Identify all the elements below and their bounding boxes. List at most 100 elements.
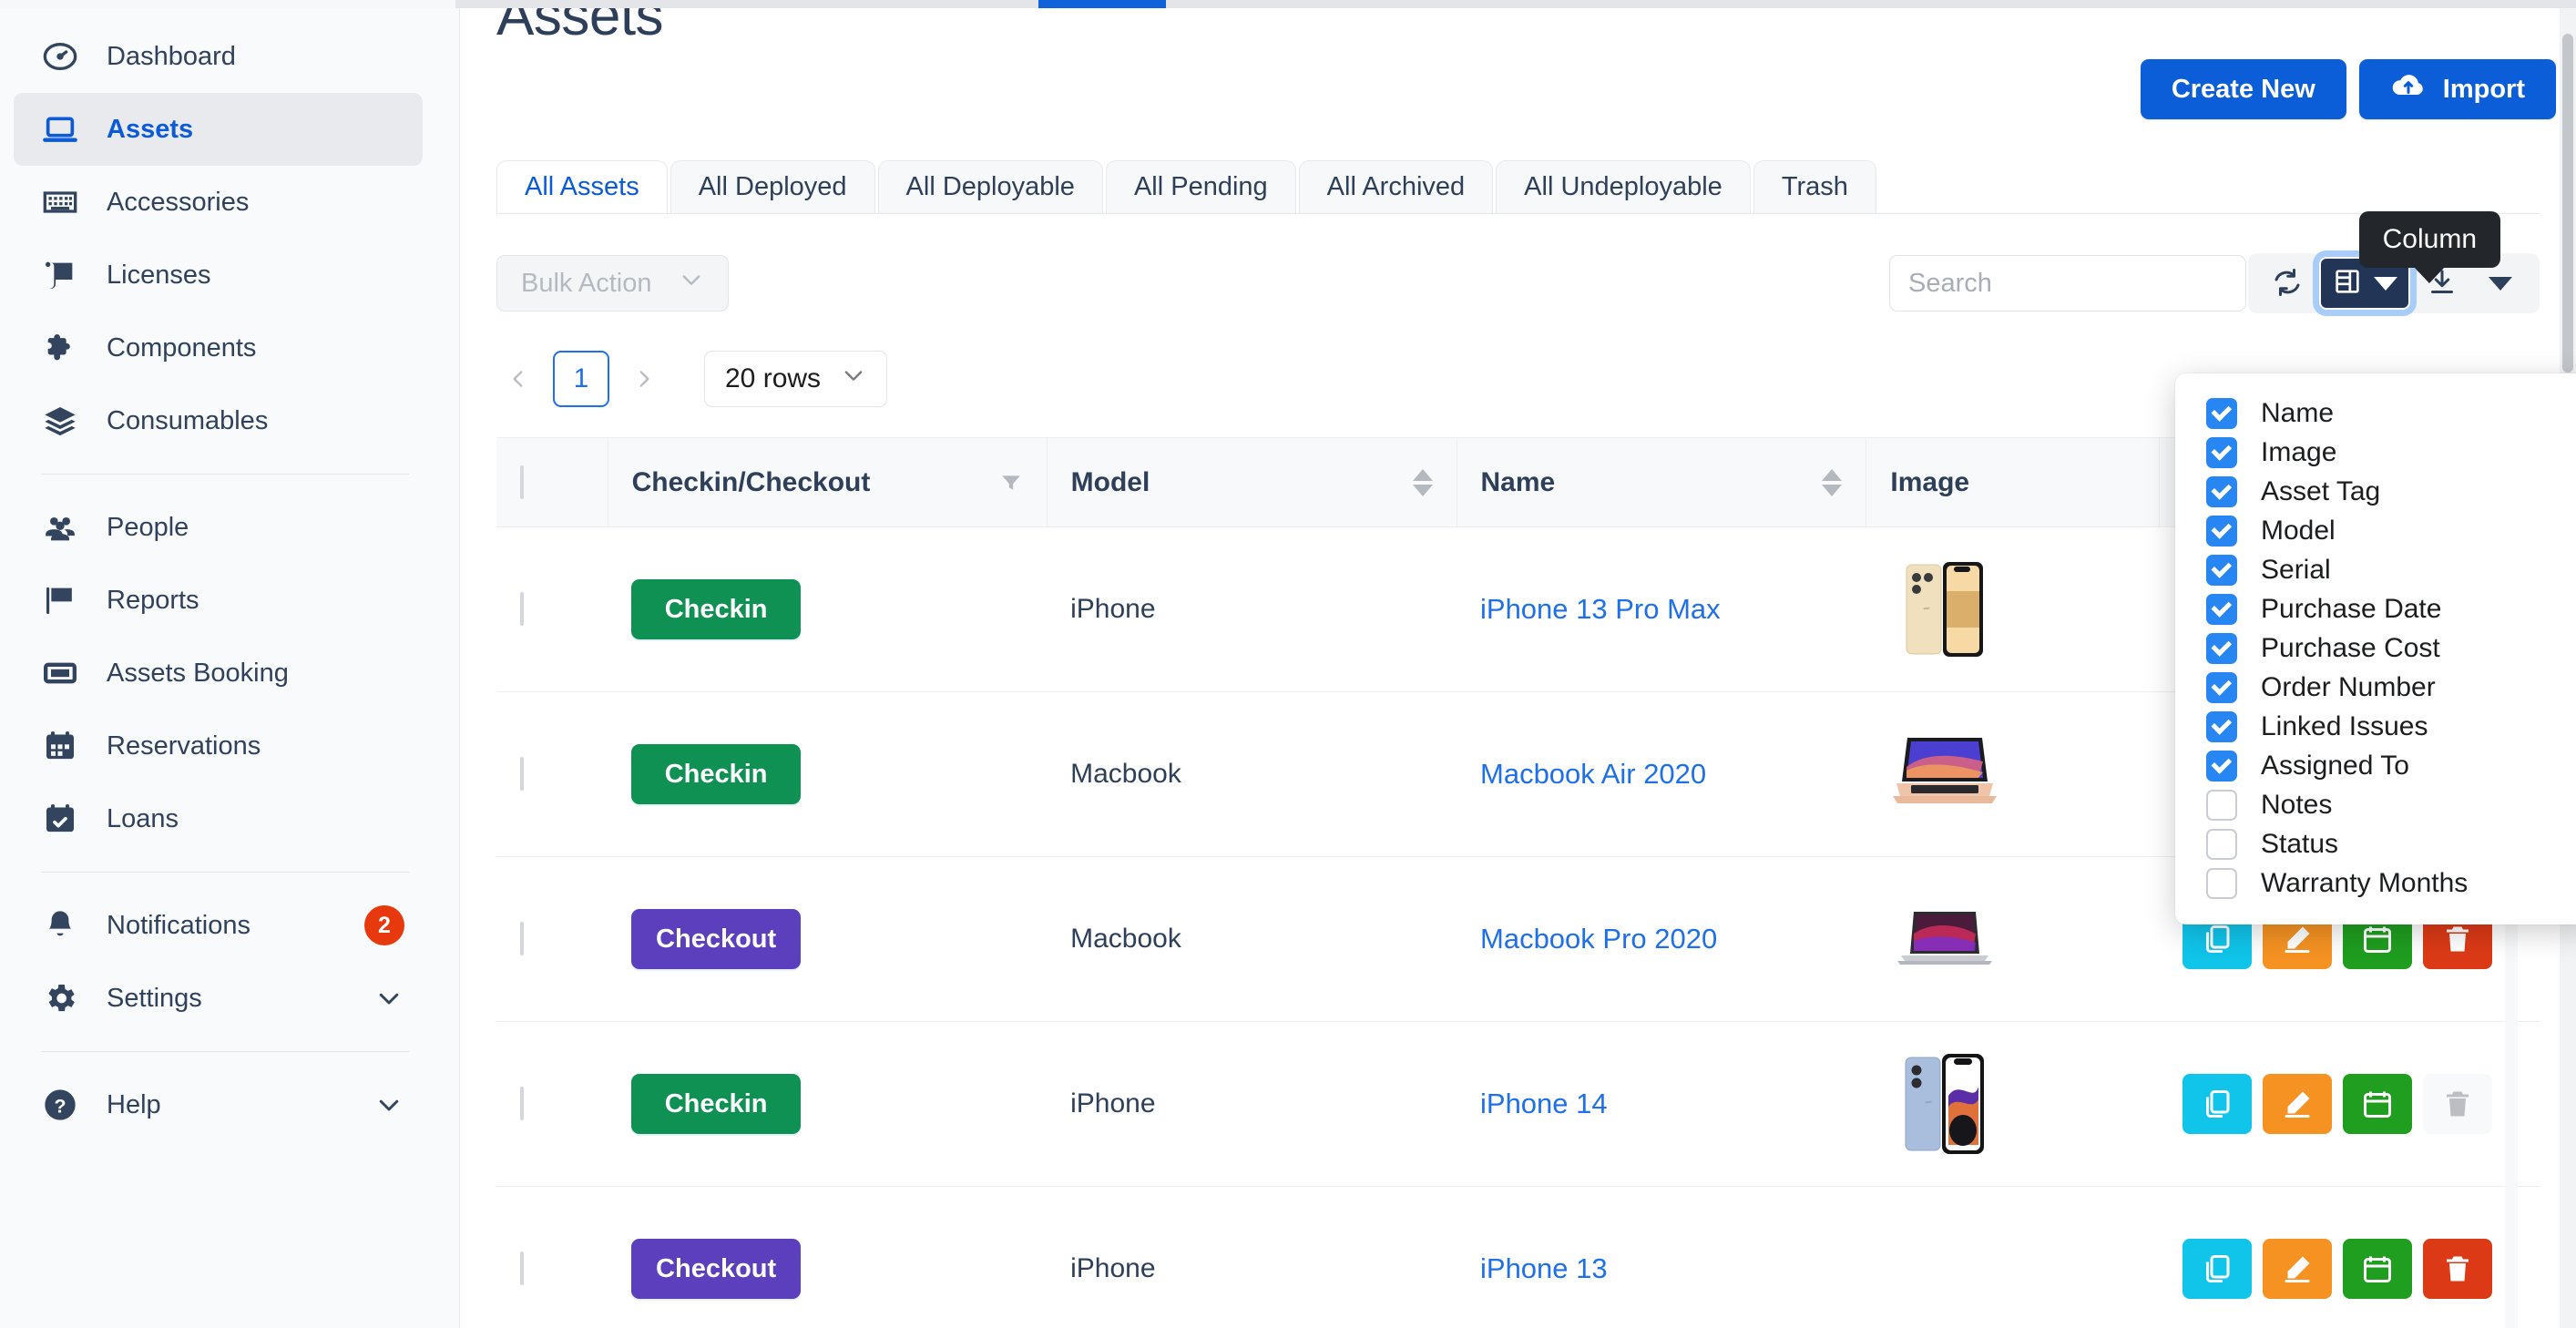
tab-all-undeployable[interactable]: All Undeployable	[1496, 160, 1751, 213]
checkbox-icon[interactable]	[2206, 594, 2237, 625]
sidebar-divider-1	[41, 474, 409, 475]
rows-per-page-select[interactable]: 20 rows	[704, 351, 887, 407]
checkbox-icon[interactable]	[2206, 790, 2237, 821]
checkin-button[interactable]: Checkin	[631, 1074, 801, 1134]
select-all-checkbox[interactable]	[520, 465, 524, 499]
sidebar-item-people[interactable]: People	[14, 491, 423, 564]
chevron-down-icon	[679, 267, 704, 300]
checkin-button[interactable]: Checkin	[631, 744, 801, 804]
row-checkbox[interactable]	[520, 757, 524, 791]
sidebar-item-help[interactable]: ? Help	[14, 1068, 423, 1141]
sidebar-item-reports[interactable]: Reports	[14, 564, 423, 637]
checkbox-icon[interactable]	[2206, 476, 2237, 507]
checkbox-icon[interactable]	[2206, 829, 2237, 860]
row-checkbox[interactable]	[520, 1251, 524, 1285]
bulk-action-dropdown[interactable]: Bulk Action	[496, 255, 729, 312]
edit-button[interactable]	[2263, 1074, 2332, 1134]
checkbox-icon[interactable]	[2206, 868, 2237, 899]
copy-button[interactable]	[2182, 1239, 2252, 1299]
checkout-button[interactable]: Checkout	[631, 909, 801, 969]
tab-all-assets[interactable]: All Assets	[496, 160, 668, 213]
asset-name-link[interactable]: iPhone 14	[1480, 1088, 1608, 1119]
checkbox-icon[interactable]	[2206, 633, 2237, 664]
import-button[interactable]: Import	[2359, 59, 2556, 119]
column-header-image[interactable]: Image	[1866, 438, 2159, 527]
copy-button[interactable]	[2182, 1074, 2252, 1134]
column-option-asset-tag[interactable]: Asset Tag	[2175, 472, 2576, 511]
tab-all-pending[interactable]: All Pending	[1106, 160, 1296, 213]
row-checkbox[interactable]	[520, 922, 524, 955]
sidebar-item-reservations[interactable]: Reservations	[14, 710, 423, 782]
bell-icon	[39, 904, 81, 946]
tab-all-deployed[interactable]: All Deployed	[670, 160, 875, 213]
sidebar-item-loans[interactable]: Loans	[14, 782, 423, 855]
column-option-notes[interactable]: Notes	[2175, 785, 2576, 824]
page-number-1[interactable]: 1	[553, 351, 609, 407]
delete-button[interactable]	[2423, 1239, 2492, 1299]
checkout-button[interactable]: Checkout	[631, 1239, 801, 1299]
sidebar-item-licenses[interactable]: Licenses	[14, 239, 423, 312]
row-checkbox[interactable]	[520, 1087, 524, 1120]
calendar-button[interactable]	[2343, 1074, 2412, 1134]
column-option-purchase-date[interactable]: Purchase Date	[2175, 589, 2576, 628]
column-option-model[interactable]: Model	[2175, 511, 2576, 550]
row-image-cell	[1866, 1022, 2159, 1187]
import-label: Import	[2443, 75, 2525, 105]
column-header-checkin-checkout[interactable]: Checkin/Checkout	[608, 438, 1047, 527]
calendar-button[interactable]	[2343, 1239, 2412, 1299]
sort-icon[interactable]	[1822, 469, 1842, 496]
sidebar-item-assets-booking[interactable]: Assets Booking	[14, 637, 423, 710]
create-new-button[interactable]: Create New	[2141, 59, 2346, 119]
checkbox-icon[interactable]	[2206, 751, 2237, 781]
prev-page-button[interactable]	[496, 357, 540, 401]
sidebar-item-dashboard[interactable]: Dashboard	[14, 20, 423, 93]
checkbox-icon[interactable]	[2206, 555, 2237, 586]
caret-down-icon	[2374, 277, 2397, 291]
sidebar-item-label: Assets	[107, 117, 193, 143]
column-header-name[interactable]: Name	[1457, 438, 1866, 527]
sidebar-item-accessories[interactable]: Accessories	[14, 166, 423, 239]
table-inner-scrollbar[interactable]	[2505, 874, 2518, 1328]
refresh-button[interactable]	[2261, 257, 2314, 310]
column-option-serial[interactable]: Serial	[2175, 550, 2576, 589]
column-option-linked-issues[interactable]: Linked Issues	[2175, 707, 2576, 746]
filter-icon[interactable]	[999, 471, 1023, 495]
column-option-warranty-months[interactable]: Warranty Months	[2175, 863, 2576, 903]
sort-icon[interactable]	[1413, 469, 1433, 496]
sidebar-item-components[interactable]: Components	[14, 312, 423, 384]
row-model-cell: iPhone	[1047, 527, 1457, 692]
tab-trash[interactable]: Trash	[1753, 160, 1876, 213]
page-scrollbar-thumb[interactable]	[2562, 34, 2573, 373]
checkbox-icon[interactable]	[2206, 437, 2237, 468]
checkbox-icon[interactable]	[2206, 711, 2237, 742]
sidebar-item-consumables[interactable]: Consumables	[14, 384, 423, 457]
sidebar-item-label: Reservations	[107, 733, 261, 760]
tab-all-deployable[interactable]: All Deployable	[878, 160, 1103, 213]
checkin-button[interactable]: Checkin	[631, 579, 801, 639]
search-input[interactable]	[1889, 255, 2246, 312]
row-name-cell: Macbook Air 2020	[1457, 692, 1866, 857]
sidebar-item-assets[interactable]: Assets	[14, 93, 423, 166]
column-option-image[interactable]: Image	[2175, 433, 2576, 472]
next-page-button[interactable]	[622, 357, 666, 401]
column-option-purchase-cost[interactable]: Purchase Cost	[2175, 628, 2576, 668]
sidebar-item-notifications[interactable]: Notifications 2	[14, 889, 423, 962]
checkbox-icon[interactable]	[2206, 398, 2237, 429]
column-header-model[interactable]: Model	[1047, 438, 1457, 527]
column-option-label: Assigned To	[2261, 751, 2409, 781]
column-option-assigned-to[interactable]: Assigned To	[2175, 746, 2576, 785]
row-checkinout-cell: Checkin	[608, 692, 1047, 857]
column-option-name[interactable]: Name	[2175, 393, 2576, 433]
tab-all-archived[interactable]: All Archived	[1299, 160, 1494, 213]
sidebar-item-settings[interactable]: Settings	[14, 962, 423, 1035]
asset-name-link[interactable]: Macbook Air 2020	[1480, 758, 1706, 790]
column-option-order-number[interactable]: Order Number	[2175, 668, 2576, 707]
checkbox-icon[interactable]	[2206, 672, 2237, 703]
asset-name-link[interactable]: iPhone 13	[1480, 1252, 1608, 1284]
asset-name-link[interactable]: iPhone 13 Pro Max	[1480, 593, 1721, 625]
column-option-status[interactable]: Status	[2175, 824, 2576, 863]
checkbox-icon[interactable]	[2206, 516, 2237, 547]
row-checkbox[interactable]	[520, 592, 524, 626]
asset-name-link[interactable]: Macbook Pro 2020	[1480, 923, 1717, 955]
edit-button[interactable]	[2263, 1239, 2332, 1299]
